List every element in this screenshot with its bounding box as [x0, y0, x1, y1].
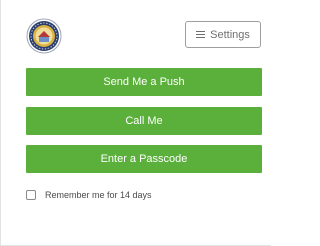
remember-me-checkbox[interactable]: [26, 190, 36, 200]
settings-button[interactable]: Settings: [185, 21, 261, 48]
remember-me-label[interactable]: Remember me for 14 days: [45, 190, 152, 200]
send-push-label: Send Me a Push: [103, 76, 185, 88]
enter-passcode-label: Enter a Passcode: [100, 153, 188, 165]
send-push-button[interactable]: Send Me a Push: [26, 68, 262, 96]
settings-label: Settings: [210, 28, 250, 41]
call-me-label: Call Me: [125, 115, 163, 127]
seal-logo-icon: [26, 18, 62, 54]
remember-me-row: Remember me for 14 days: [26, 190, 152, 200]
enter-passcode-button[interactable]: Enter a Passcode: [26, 145, 262, 173]
hamburger-icon: [196, 31, 206, 38]
duo-auth-panel: Settings Send Me a Push Call Me Enter a …: [0, 0, 271, 246]
call-me-button[interactable]: Call Me: [26, 107, 262, 135]
